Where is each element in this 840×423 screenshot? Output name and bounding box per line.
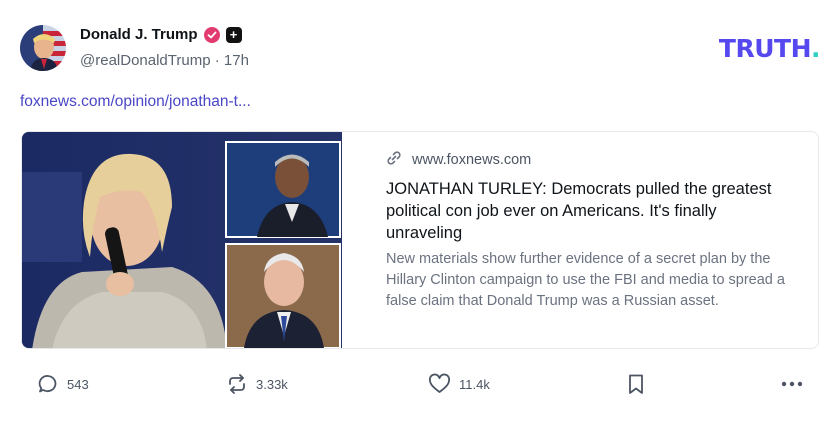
bookmark-button[interactable] — [626, 370, 646, 398]
card-description: New materials show further evidence of a… — [386, 251, 785, 309]
card-title[interactable]: JONATHAN TURLEY: Democrats pulled the gr… — [386, 178, 794, 244]
more-options-button[interactable] — [780, 370, 804, 398]
logo-text: TRUTH — [718, 34, 812, 63]
like-button[interactable]: 11.4k — [428, 370, 490, 398]
author-display-name[interactable]: Donald J. Trump — [80, 26, 198, 43]
reply-button[interactable]: 543 — [37, 370, 89, 398]
speech-bubble-icon — [37, 373, 59, 395]
reply-count: 543 — [67, 376, 89, 392]
card-domain-row: www.foxnews.com — [386, 150, 794, 170]
logo-dot: . — [811, 34, 821, 63]
more-dots-icon — [780, 373, 804, 395]
repost-arrows-icon — [226, 373, 248, 395]
post-actions-bar: 543 3.33k 11.4k — [20, 370, 820, 398]
plus-badge-icon: + — [225, 26, 242, 43]
link-preview-card[interactable]: www.foxnews.com JONATHAN TURLEY: Democra… — [21, 131, 819, 349]
post-timestamp[interactable]: 17h — [224, 52, 249, 69]
author-name-row: Donald J. Trump + — [80, 26, 242, 43]
verified-check-icon — [203, 26, 220, 43]
card-thumbnail — [22, 132, 342, 348]
retruth-count: 3.33k — [256, 376, 288, 392]
card-domain: www.foxnews.com — [412, 152, 532, 168]
post-link[interactable]: foxnews.com/opinion/jonathan-t... — [20, 93, 251, 111]
author-handle[interactable]: @realDonaldTrump — [80, 52, 211, 69]
retruth-button[interactable]: 3.33k — [226, 370, 288, 398]
post-header: Donald J. Trump + @realDonaldTrump · 17h — [20, 22, 820, 74]
avatar[interactable] — [20, 25, 66, 71]
link-chain-icon — [386, 150, 402, 170]
author-meta: @realDonaldTrump · 17h — [80, 52, 249, 69]
heart-icon — [428, 373, 451, 395]
truth-social-logo[interactable]: TRUTH. — [718, 34, 821, 63]
like-count: 11.4k — [459, 376, 490, 392]
meta-separator: · — [214, 52, 220, 69]
card-body: www.foxnews.com JONATHAN TURLEY: Democra… — [363, 132, 818, 312]
bookmark-icon — [626, 373, 646, 395]
